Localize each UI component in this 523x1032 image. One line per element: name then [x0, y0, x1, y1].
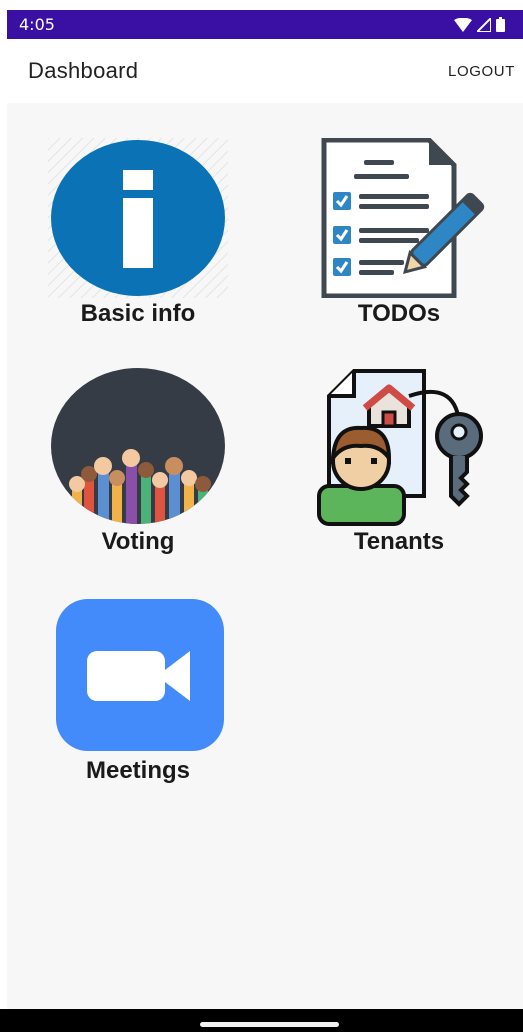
tile-label: TODOs [357, 300, 441, 327]
tenant-house-key-icon [309, 366, 489, 526]
status-time: 4:05 [19, 15, 55, 34]
todo-checklist-icon [309, 138, 489, 298]
tile-tenants[interactable]: Tenants [299, 366, 499, 556]
tile-label: Voting [101, 528, 175, 555]
tile-meetings[interactable]: Meetings [38, 595, 238, 785]
info-icon [48, 138, 228, 298]
home-gesture-handle[interactable] [200, 1022, 339, 1027]
logout-button[interactable]: LOGOUT [448, 63, 515, 80]
dashboard-grid: Basic info TODOs Voting Tenants Meetings [7, 103, 523, 1009]
tile-label: Tenants [353, 528, 445, 555]
status-bar: 4:05 [7, 10, 523, 39]
signal-icon [477, 17, 491, 32]
tile-label: Meetings [85, 757, 190, 784]
status-icons [454, 17, 505, 32]
video-camera-icon [48, 595, 228, 755]
tile-label: Basic info [80, 300, 196, 327]
raised-hands-icon [48, 366, 228, 526]
battery-icon [496, 17, 505, 32]
system-nav-bar [0, 1009, 523, 1032]
app-bar: Dashboard LOGOUT [7, 39, 523, 103]
tile-basic-info[interactable]: Basic info [38, 138, 238, 328]
tile-todos[interactable]: TODOs [299, 138, 499, 328]
page-title: Dashboard [28, 58, 139, 83]
wifi-icon [454, 17, 472, 32]
tile-voting[interactable]: Voting [38, 366, 238, 556]
